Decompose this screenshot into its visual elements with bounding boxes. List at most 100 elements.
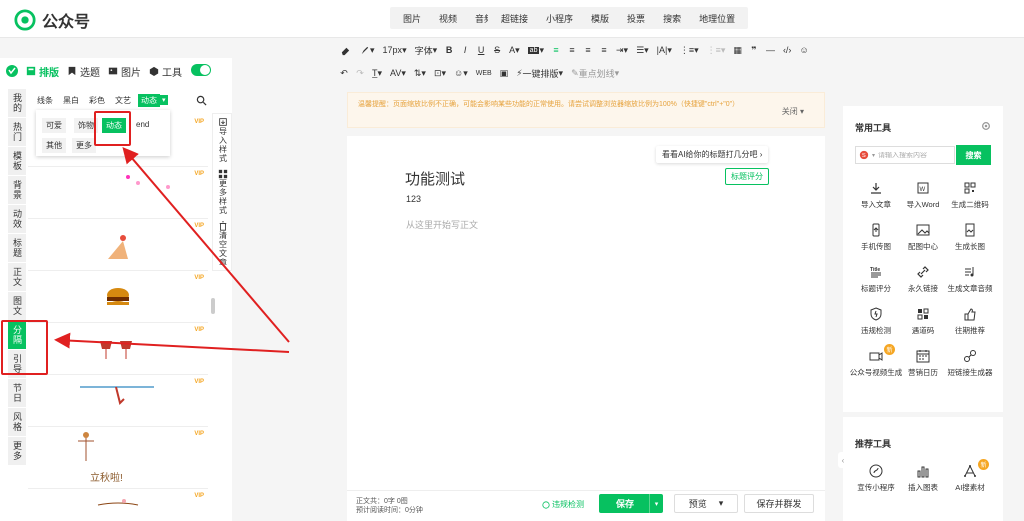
emoji-icon[interactable]: ☺ (796, 42, 811, 58)
tool-thumb[interactable]: 往期推荐 (945, 307, 995, 341)
ai-title-score-prompt[interactable]: 看看AI给你的标题打几分吧 › (656, 146, 769, 163)
tab-layout[interactable]: 排版 (26, 64, 59, 79)
tool-search-button[interactable]: 搜索 (956, 145, 991, 165)
tool-picture[interactable]: 配图中心 (898, 223, 948, 257)
tool-link[interactable]: 永久链接 (898, 265, 948, 299)
extras-menu-item[interactable]: 模版 (582, 12, 618, 25)
font-color-icon[interactable]: A▾ (506, 42, 523, 58)
sogou-icon[interactable]: S (859, 150, 869, 160)
justify-icon[interactable]: ≡ (597, 42, 611, 58)
category-11[interactable]: 风格 (8, 408, 26, 436)
list-item[interactable]: VIP (28, 219, 208, 271)
extras-menu-item[interactable]: 投票 (618, 12, 654, 25)
subtab-3[interactable]: 文艺 (112, 94, 134, 107)
redo-icon[interactable]: ↷ (353, 65, 367, 81)
search-icon[interactable] (196, 95, 207, 106)
tool-miniapp[interactable]: 宣传小程序 (851, 464, 901, 498)
subtab-4[interactable]: 动态 (138, 93, 160, 107)
notice-close-button[interactable]: 关闭 ▾ (782, 106, 804, 117)
save-options-chevron-icon[interactable]: ▾ (649, 494, 663, 513)
category-5[interactable]: 标题 (8, 234, 26, 262)
tool-search-input[interactable] (878, 151, 949, 159)
save-and-send-button[interactable]: 保存并群发 (744, 494, 814, 513)
align-right-icon[interactable]: ≡ (581, 42, 595, 58)
insert-image-icon[interactable]: ⊡▾ (431, 65, 449, 81)
tab-topics[interactable]: 选题 (67, 64, 100, 79)
subtab-2[interactable]: 彩色 (86, 94, 108, 107)
article-title[interactable]: 功能测试 (405, 168, 465, 189)
subtab-0[interactable]: 线条 (34, 94, 56, 107)
panel-collapse-handle[interactable]: ‹ (838, 452, 848, 468)
chevron-down-icon[interactable]: ▾ (872, 152, 875, 159)
template-box-icon[interactable]: ▣ (497, 65, 512, 81)
media-menu-item[interactable]: 图片 (394, 12, 430, 25)
subcategory-chip-4[interactable]: 其他 (42, 138, 66, 153)
violation-check-button[interactable]: 违规检测 (542, 499, 584, 510)
save-button[interactable]: 保存 ▾ (599, 494, 663, 513)
subtab-1[interactable]: 黑白 (60, 94, 82, 107)
more-styles-button[interactable]: 更多样式 (213, 166, 233, 218)
category-12[interactable]: 更多 (8, 437, 26, 465)
category-7[interactable]: 图文 (8, 292, 26, 320)
quote-icon[interactable]: ❞ (747, 42, 761, 58)
article-body-placeholder[interactable]: 从这里开始写正文 (406, 218, 478, 231)
divider-line-icon[interactable]: — (763, 42, 778, 58)
tool-video[interactable]: 公众号视频生成 新 (850, 344, 902, 383)
clear-article-button[interactable]: 清空文章 (213, 218, 233, 270)
extras-menu-item[interactable]: 地理位置 (690, 12, 744, 25)
list-item[interactable]: VIP (28, 489, 208, 521)
list-number-icon[interactable]: ⋮≡▾ (704, 42, 729, 58)
underline-icon[interactable]: U (474, 42, 488, 58)
sticker-icon[interactable]: ☺▾ (451, 65, 471, 81)
list-icon[interactable]: ⋮≡▾ (677, 42, 702, 58)
category-6[interactable]: 正文 (8, 263, 26, 291)
category-3[interactable]: 背景 (8, 176, 26, 204)
category-4[interactable]: 动效 (8, 205, 26, 233)
brush-icon[interactable]: ▾ (356, 42, 378, 58)
letter-spacing-icon[interactable]: |A|▾ (654, 42, 675, 58)
paragraph-icon[interactable]: ⇅▾ (411, 65, 429, 81)
category-1[interactable]: 热门 (8, 118, 26, 146)
media-menu-item[interactable]: 视频 (430, 12, 466, 25)
tool-qrcode[interactable]: 生成二维码 (945, 181, 995, 215)
tool-ai[interactable]: AI搜素材 新 (945, 459, 995, 498)
bold-icon[interactable]: B (442, 42, 456, 58)
clear-format-icon[interactable]: T̲▾ (369, 65, 385, 81)
tool-chain[interactable]: 短链接生成器 (945, 349, 995, 383)
list-item[interactable]: VIP (28, 271, 208, 323)
font-family-select[interactable]: 字体 ▾ (412, 42, 441, 58)
list-item[interactable]: VIP (28, 167, 208, 219)
list-item[interactable]: VIP (28, 323, 208, 375)
tool-music[interactable]: 生成文章音频 (945, 265, 995, 299)
title-score-button[interactable]: 标题评分 (725, 168, 769, 185)
article-author[interactable]: 123 (406, 194, 421, 204)
category-2[interactable]: 模板 (8, 147, 26, 175)
code-icon[interactable]: ‹/› (780, 42, 795, 58)
extras-menu-item[interactable]: 小程序 (537, 12, 582, 25)
list-item[interactable]: VIP (28, 375, 208, 427)
tool-shield[interactable]: 违规检测 (851, 307, 901, 341)
import-style-button[interactable]: 导入样式 (213, 114, 233, 166)
extras-menu-item[interactable]: 搜索 (654, 12, 690, 25)
tool-calendar[interactable]: 营销日历 (898, 349, 948, 383)
align-left-icon[interactable]: ≡ (549, 42, 563, 58)
font-size-select[interactable]: 17px ▾ (380, 42, 410, 58)
preview-button[interactable]: 预览 ▾ (674, 494, 738, 513)
subcategory-chip-3[interactable]: end (132, 118, 153, 131)
list-item[interactable]: VIP 立秋啦! (28, 427, 208, 489)
one-click-format-button[interactable]: ⚡ 一键排版 ▾ (513, 65, 566, 81)
undo-icon[interactable]: ↶ (337, 65, 351, 81)
subcategory-chip-0[interactable]: 可爱 (42, 118, 66, 133)
chevron-down-icon[interactable]: ▾ (160, 95, 168, 105)
line-height-icon[interactable]: ☰▾ (633, 42, 652, 58)
tool-chart[interactable]: 插入图表 (898, 464, 948, 498)
char-spacing-icon[interactable]: AV▾ (387, 65, 409, 81)
tab-tools[interactable]: 工具 (149, 64, 182, 79)
table-icon[interactable]: ▦ (730, 42, 745, 58)
strikethrough-icon[interactable]: S (490, 42, 504, 58)
panel-toggle-switch[interactable] (191, 64, 211, 76)
tool-long-image[interactable]: 生成长图 (945, 223, 995, 257)
tool-title[interactable]: Title 标题评分 (851, 265, 901, 299)
align-center-icon[interactable]: ≡ (565, 42, 579, 58)
extras-menu-item[interactable]: 超链接 (492, 12, 537, 25)
